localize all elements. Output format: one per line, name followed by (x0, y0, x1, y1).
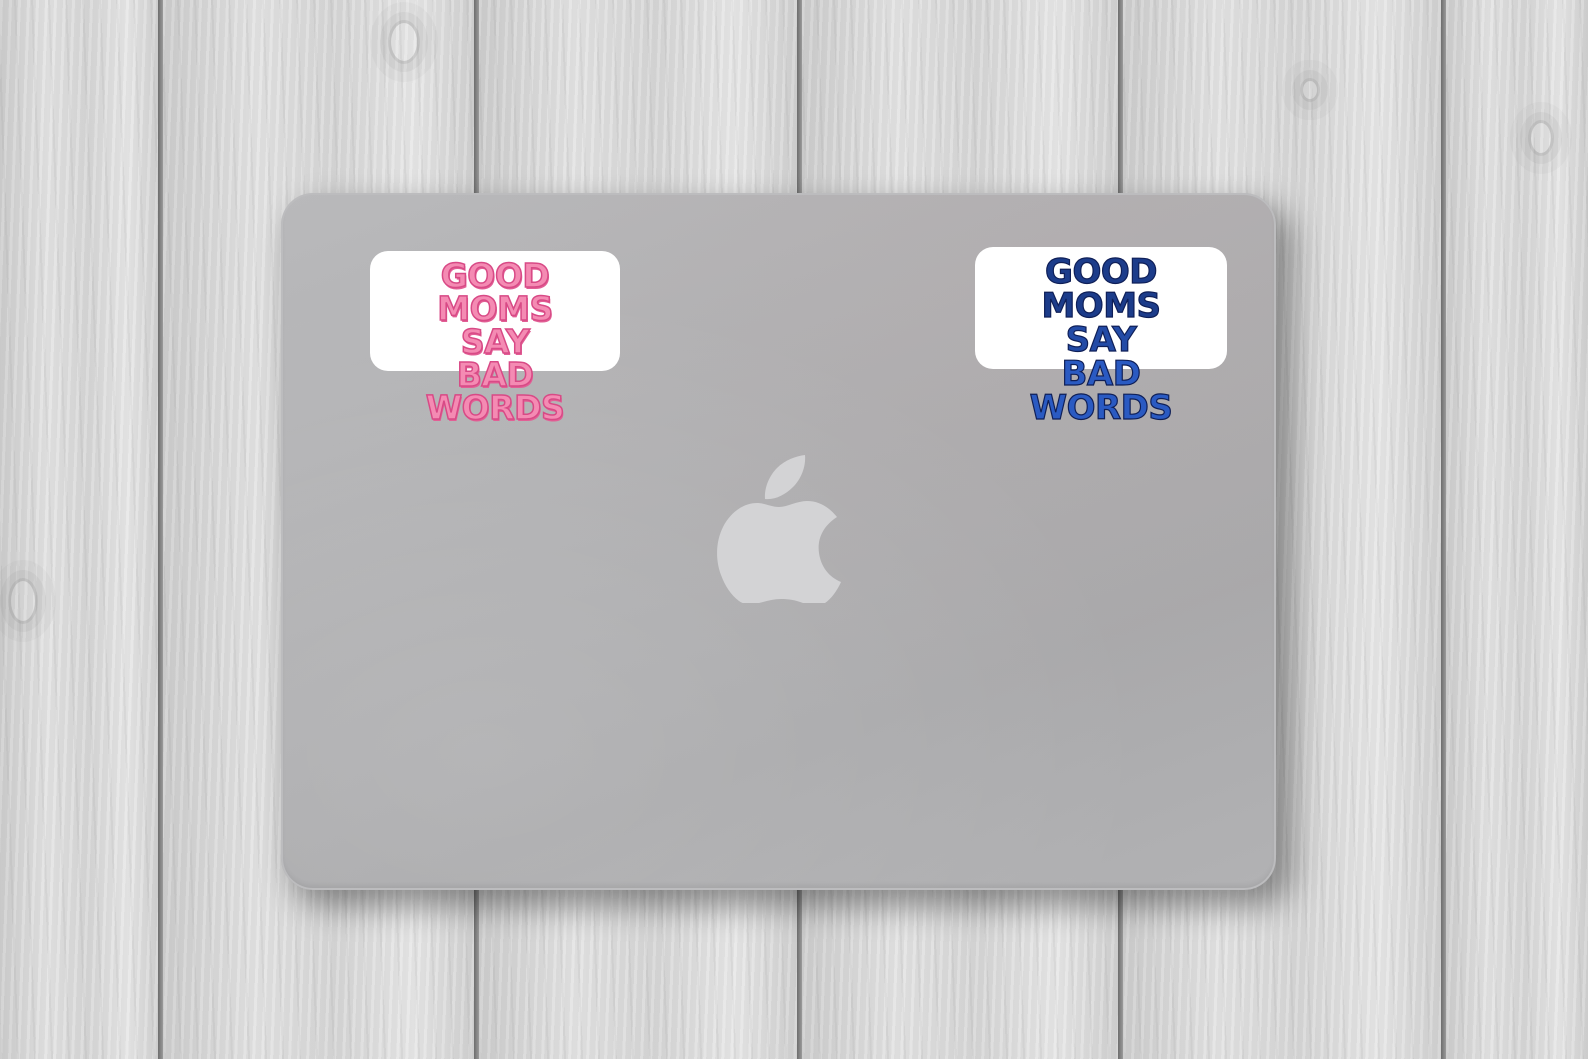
wood-knot (388, 20, 420, 64)
wood-plank (0, 0, 160, 1059)
blue-sticker: GOOD MOMS SAY BAD WORDS (975, 247, 1227, 426)
pink-sticker-line-1: GOOD MOMS (437, 256, 555, 328)
wood-knot (1300, 78, 1320, 102)
wood-knot (1528, 120, 1554, 156)
photo-scene: GOOD MOMS SAY BAD WORDS GOOD MOMS SAY BA… (0, 0, 1588, 1059)
pink-sticker: GOOD MOMS SAY BAD WORDS (370, 251, 620, 425)
blue-sticker-line-1: GOOD MOMS (1041, 252, 1162, 326)
pink-sticker-line-3: BAD WORDS (425, 355, 566, 427)
apple-logo-icon (717, 455, 841, 603)
blue-sticker-line-3: BAD WORDS (1029, 354, 1173, 428)
pink-sticker-line-2: SAY (460, 322, 531, 361)
blue-sticker-line-2: SAY (1065, 320, 1137, 360)
wood-plank (1446, 0, 1588, 1059)
wood-knot (8, 578, 38, 624)
